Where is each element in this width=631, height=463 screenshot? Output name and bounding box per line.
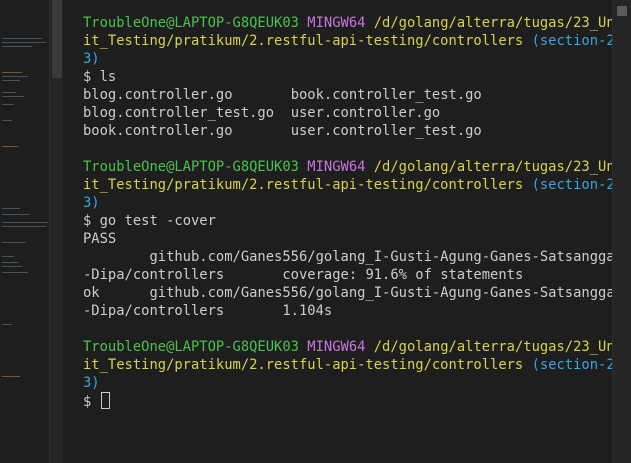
- terminal-scrollbar-thumb[interactable]: [617, 6, 627, 16]
- prompt-symbol: $: [83, 69, 92, 85]
- test-ok-package-line2: -Dipa/controllers: [83, 303, 225, 319]
- ls-row1-col2: book.controller_test.go: [290, 87, 482, 103]
- test-coverage: coverage: 91.6% of statements: [282, 267, 524, 283]
- terminal-output: TroubleOne@LAPTOP-G8QEUK03 MINGW64 /d/go…: [83, 14, 615, 411]
- prompt-path: /d/golang/alterra/tugas/23_Un: [373, 15, 615, 31]
- prompt-branch: (section-2: [531, 357, 615, 373]
- test-duration: 1.104s: [282, 303, 333, 319]
- ls-row1-col1: blog.controller.go: [83, 87, 233, 103]
- prompt-symbol: $: [83, 213, 92, 229]
- prompt-user-host: TroubleOne@LAPTOP-G8QEUK03: [83, 15, 299, 31]
- prompt-env: MINGW64: [307, 15, 366, 31]
- prompt-env: MINGW64: [307, 339, 366, 355]
- editor-scrollbar[interactable]: [49, 0, 64, 463]
- editor-side-pane: [0, 0, 49, 463]
- prompt-branch: (section-2: [531, 177, 615, 193]
- editor-scrollbar-thumb[interactable]: [52, 0, 62, 78]
- ls-row3-col1: book.controller.go: [83, 123, 233, 139]
- ls-row3-col2: user.controller_test.go: [290, 123, 482, 139]
- ls-row2-col1: blog.controller_test.go: [83, 105, 275, 121]
- prompt-user-host: TroubleOne@LAPTOP-G8QEUK03: [83, 159, 299, 175]
- prompt-branch-cont: 3): [83, 195, 100, 211]
- test-ok-package-line1: github.com/Ganes556/golang_I-Gusti-Agung…: [149, 285, 615, 301]
- terminal-panel[interactable]: TroubleOne@LAPTOP-G8QEUK03 MINGW64 /d/go…: [63, 0, 615, 463]
- test-package-line2: -Dipa/controllers: [83, 267, 225, 283]
- command-ls: ls: [99, 69, 117, 85]
- test-pass: PASS: [83, 231, 117, 247]
- prompt-branch-cont: 3): [83, 51, 100, 67]
- prompt-path-cont: it_Testing/pratikum/2.restful-api-testin…: [83, 33, 524, 49]
- test-package-line1: github.com/Ganes556/golang_I-Gusti-Agung…: [149, 249, 615, 265]
- prompt-branch: (section-2: [531, 33, 615, 49]
- prompt-symbol: $: [83, 394, 92, 410]
- terminal-scrollbar[interactable]: [612, 0, 631, 463]
- test-ok: ok: [83, 285, 100, 301]
- prompt-user-host: TroubleOne@LAPTOP-G8QEUK03: [83, 339, 299, 355]
- terminal-cursor[interactable]: [100, 392, 110, 409]
- prompt-branch-cont: 3): [83, 375, 100, 391]
- ls-row2-col2: user.controller.go: [290, 105, 441, 121]
- command-go-test: go test -cover: [99, 213, 216, 229]
- prompt-path: /d/golang/alterra/tugas/23_Un: [373, 339, 615, 355]
- prompt-env: MINGW64: [307, 159, 366, 175]
- prompt-path-cont: it_Testing/pratikum/2.restful-api-testin…: [83, 177, 524, 193]
- prompt-path-cont: it_Testing/pratikum/2.restful-api-testin…: [83, 357, 524, 373]
- prompt-path: /d/golang/alterra/tugas/23_Un: [373, 159, 615, 175]
